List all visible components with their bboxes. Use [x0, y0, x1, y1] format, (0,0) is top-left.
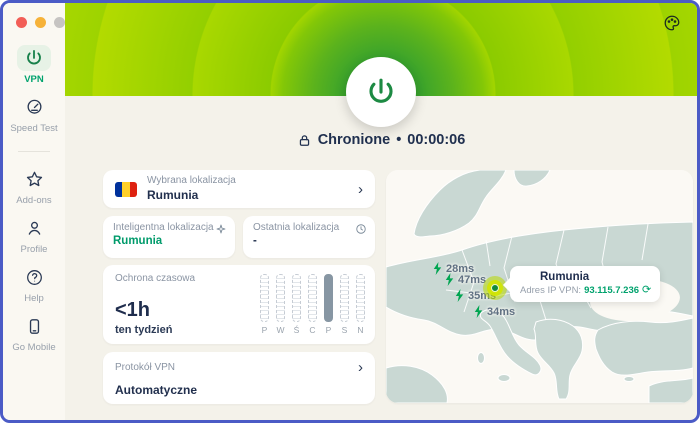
vpn-protocol-label: Protokół VPN [115, 362, 175, 373]
selected-location-card[interactable]: Wybrana lokalizacja Rumunia › [103, 170, 375, 208]
refresh-icon[interactable]: ⟳ [642, 285, 651, 296]
vpn-protocol-card[interactable]: Protokół VPN › Automatyczne [103, 352, 375, 404]
lightning-icon [473, 305, 484, 318]
time-protection-value: <1h [115, 299, 150, 322]
ping-value: 34ms [487, 306, 515, 318]
ping-marker[interactable]: 47ms [444, 273, 486, 286]
time-protection-card[interactable]: Ochrona czasowa <1h ten tydzień PWŚCPSN [103, 265, 375, 344]
close-button[interactable] [16, 17, 27, 28]
last-location-card[interactable]: Ostatnia lokalizacja - [243, 216, 375, 258]
bar-empty-day [260, 274, 269, 322]
chevron-right-icon: › [358, 182, 363, 197]
connection-tooltip: Rumunia Adres IP VPN: 93.115.7.236 ⟳ [510, 266, 660, 302]
ping-value: 47ms [458, 274, 486, 286]
status-timer: 00:00:06 [407, 132, 465, 148]
power-button[interactable] [346, 57, 416, 127]
bar-day-label: S [342, 325, 348, 335]
romania-flag-icon [115, 182, 137, 197]
lightning-icon [432, 262, 443, 275]
europe-map[interactable]: 28ms 47ms 35ms 34ms Rumunia Adres IP VPN… [386, 170, 693, 403]
bar-empty-day [276, 274, 285, 322]
sidebar-item-speed-test[interactable]: Speed Test [3, 94, 65, 134]
sidebar-item-go-mobile[interactable]: Go Mobile [3, 313, 65, 353]
chevron-right-icon: › [358, 360, 363, 375]
sparkle-icon [215, 223, 227, 235]
smart-location-label: Inteligentna lokalizacja [113, 222, 225, 233]
tooltip-ip-value: 93.115.7.236 [584, 285, 639, 296]
bar-day-label: C [309, 325, 315, 335]
bar-day-label: Ś [294, 325, 300, 335]
lock-icon [297, 133, 312, 148]
bar-day-label: P [326, 325, 332, 335]
lightning-icon [454, 289, 465, 302]
minimize-button[interactable] [35, 17, 46, 28]
lightning-icon [444, 273, 455, 286]
vpn-protocol-value: Automatyczne [115, 383, 363, 397]
sidebar-nav: VPN Speed Test Add-ons [3, 45, 65, 362]
bar-empty-day [308, 274, 317, 322]
speedometer-icon [17, 94, 51, 120]
weekly-bars: PWŚCPSN [260, 274, 365, 335]
sidebar-item-add-ons[interactable]: Add-ons [3, 166, 65, 206]
power-icon [17, 45, 51, 71]
traffic-lights [16, 17, 65, 28]
star-icon [17, 166, 51, 192]
question-icon [17, 264, 51, 290]
bar-day-label: W [276, 325, 284, 335]
user-icon [17, 215, 51, 241]
ping-marker[interactable]: 34ms [473, 305, 515, 318]
smart-location-card[interactable]: Inteligentna lokalizacja Rumunia [103, 216, 235, 258]
bar-active-day [324, 274, 333, 322]
sidebar-item-label: Speed Test [10, 123, 57, 134]
bar-day-label: P [262, 325, 268, 335]
app-window: VPN Speed Test Add-ons [0, 0, 700, 423]
fullscreen-button[interactable] [54, 17, 65, 28]
sidebar-item-label: Help [24, 293, 44, 304]
clock-icon [355, 223, 367, 235]
romania-flag-icon [520, 272, 534, 282]
status-separator: • [396, 132, 401, 148]
phone-icon [17, 313, 51, 339]
time-protection-subtitle: ten tydzień [115, 324, 172, 336]
connected-location-marker[interactable] [483, 276, 507, 300]
sidebar-item-label: Profile [21, 244, 48, 255]
selected-location-value: Rumunia [147, 188, 348, 203]
sidebar-item-label: Go Mobile [12, 342, 55, 353]
location-cards-row: Inteligentna lokalizacja Rumunia Ostatni… [103, 216, 375, 258]
sidebar-item-label: Add-ons [16, 195, 51, 206]
tooltip-ip-label: Adres IP VPN: [520, 285, 581, 296]
sidebar-item-profile[interactable]: Profile [3, 215, 65, 255]
theme-palette-icon[interactable] [663, 14, 681, 32]
sidebar-item-vpn[interactable]: VPN [3, 45, 65, 85]
sidebar-item-help[interactable]: Help [3, 264, 65, 304]
last-location-value: - [253, 235, 365, 247]
selected-location-label: Wybrana lokalizacja [147, 175, 348, 188]
status-label: Chronione [318, 132, 391, 148]
sidebar-item-label: VPN [24, 74, 44, 85]
bar-empty-day [340, 274, 349, 322]
sidebar-divider [18, 151, 50, 152]
bar-empty-day [356, 274, 365, 322]
bar-day-label: N [357, 325, 363, 335]
smart-location-value: Rumunia [113, 235, 225, 247]
sidebar: VPN Speed Test Add-ons [3, 3, 65, 420]
connection-status: Chronione • 00:00:06 [65, 132, 697, 148]
tooltip-country: Rumunia [540, 271, 589, 283]
last-location-label: Ostatnia lokalizacja [253, 222, 365, 233]
bar-empty-day [292, 274, 301, 322]
